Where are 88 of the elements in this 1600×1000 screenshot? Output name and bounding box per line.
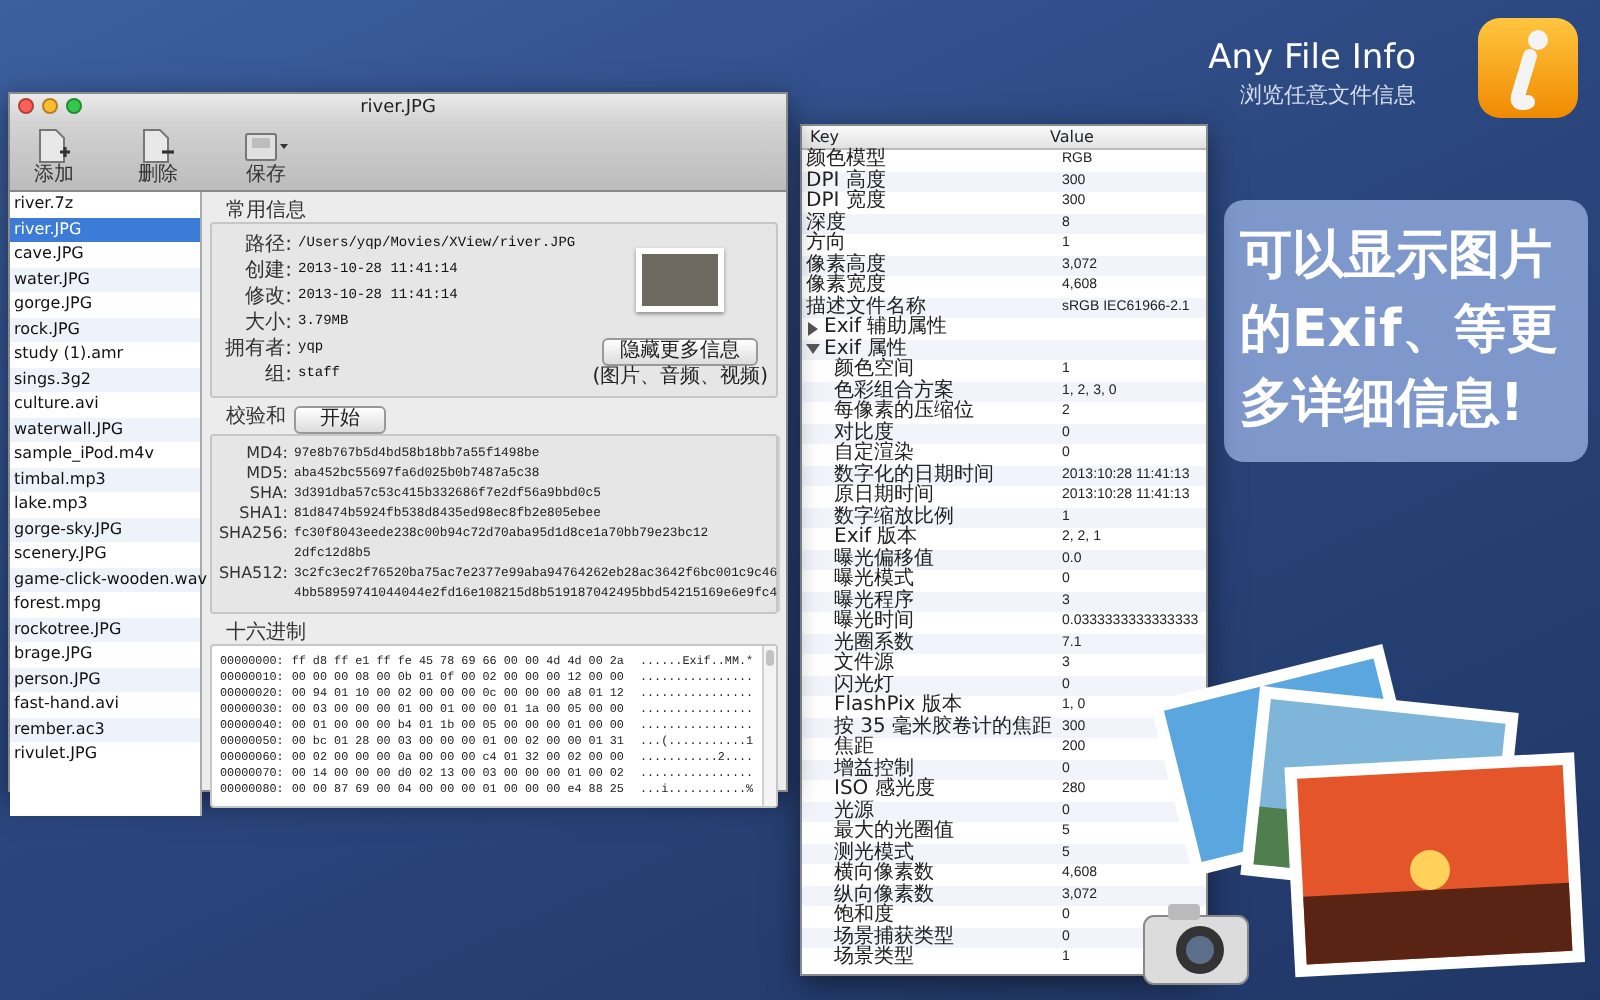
file-list-item[interactable]: river.JPG: [10, 217, 200, 242]
exif-key: 闪光灯: [834, 675, 894, 696]
app-tagline: 浏览任意文件信息: [1238, 80, 1416, 112]
file-list-item[interactable]: river.7z: [10, 192, 200, 217]
exif-key: 增益控制: [834, 759, 914, 780]
exif-key: 深度: [806, 213, 846, 234]
exif-key: ISO 感光度: [834, 780, 935, 801]
exif-key: 对比度: [834, 423, 894, 444]
exif-key: 数字缩放比例: [834, 507, 954, 528]
exif-key: 曝光偏移值: [834, 549, 934, 570]
exif-key: 横向像素数: [834, 864, 934, 885]
toolbar-button[interactable]: 保存: [234, 128, 298, 186]
exif-key: 曝光时间: [834, 612, 914, 633]
toolbar-button[interactable]: 删除: [130, 128, 186, 186]
field-label: 修改:: [243, 284, 292, 310]
file-list-item[interactable]: sings.3g2: [10, 367, 200, 392]
exif-key: 场景捕获类型: [834, 927, 954, 948]
file-list-item[interactable]: rockotree.JPG: [10, 617, 200, 642]
file-list-item[interactable]: fast-hand.avi: [10, 692, 200, 717]
callout-text: 可以显示图片 的Exif、等更 多详细信息!: [1240, 224, 1560, 438]
hash-label: MD4:: [244, 444, 288, 464]
file-list-item[interactable]: timbal.mp3: [10, 467, 200, 492]
exif-key: 原日期时间: [834, 486, 934, 507]
exif-key: 光源: [834, 801, 874, 822]
exif-key: 色彩组合方案: [834, 381, 954, 402]
file-list-item[interactable]: study (1).amr: [10, 342, 200, 367]
exif-key: 文件源: [834, 654, 894, 675]
exif-key: 数字化的日期时间: [834, 465, 994, 486]
file-list-item[interactable]: lake.mp3: [10, 492, 200, 517]
file-list-item[interactable]: rock.JPG: [10, 317, 200, 342]
exif-key: Exif 辅助属性: [824, 318, 948, 339]
exif-key: 每像素的压缩位: [834, 402, 974, 423]
exif-key: 颜色空间: [834, 360, 914, 381]
exif-key: 测光模式: [834, 843, 914, 864]
file-list-item[interactable]: sample_iPod.m4v: [10, 442, 200, 467]
file-list-item[interactable]: forest.mpg: [10, 592, 200, 617]
exif-key: 方向: [806, 234, 846, 255]
hash-label: MD5:: [244, 464, 288, 484]
exif-key: 焦距: [834, 738, 874, 759]
column-header: Value: [1050, 126, 1094, 148]
hash-label: SHA512:: [216, 564, 288, 586]
exif-key: 场景类型: [834, 948, 914, 969]
exif-key: 曝光程序: [834, 591, 914, 612]
exif-key: DPI 宽度: [806, 192, 886, 213]
file-list-item[interactable]: cave.JPG: [10, 242, 200, 267]
file-list-item[interactable]: brage.JPG: [10, 642, 200, 667]
exif-key: FlashPix 版本: [834, 696, 962, 717]
file-list-item[interactable]: gorge-sky.JPG: [10, 517, 200, 542]
file-list-item[interactable]: water.JPG: [10, 267, 200, 292]
section-title: 常用信息: [224, 200, 306, 222]
column-header: Key: [808, 126, 842, 147]
section-title: 十六进制: [224, 622, 306, 644]
exif-key: 像素宽度: [806, 276, 886, 297]
hash-label: SHA256:: [216, 524, 288, 546]
field-label: 组:: [263, 362, 292, 388]
exif-key: 饱和度: [834, 906, 894, 927]
file-list-item[interactable]: culture.avi: [10, 392, 200, 417]
exif-key: DPI 高度: [806, 171, 886, 192]
exif-key: 纵向像素数: [834, 885, 934, 906]
file-list-item[interactable]: rember.ac3: [10, 717, 200, 742]
exif-key: 像素高度: [806, 255, 886, 276]
field-label: 大小:: [243, 310, 292, 336]
hash-label: SHA1:: [237, 504, 288, 524]
app-name: Any File Info: [1208, 36, 1416, 80]
hide-more-info-button[interactable]: 隐藏更多信息: [602, 338, 759, 366]
exif-key: 描述文件名称: [806, 297, 926, 318]
exif-key: 曝光模式: [834, 570, 914, 591]
file-list-item[interactable]: person.JPG: [10, 667, 200, 692]
exif-key: 最大的光圈值: [834, 822, 954, 843]
exif-key: 光圈系数: [834, 633, 914, 654]
exif-key: Exif 属性: [824, 339, 908, 360]
toolbar-button[interactable]: 添加: [26, 128, 82, 186]
field-label: 创建:: [243, 258, 292, 284]
hash-label: SHA:: [247, 484, 288, 504]
exif-key: 自定渲染: [834, 444, 914, 465]
file-list-item[interactable]: rivulet.JPG: [10, 742, 200, 767]
window-title: river.JPG: [360, 96, 436, 122]
section-title: 校验和: [226, 406, 286, 428]
button-note: (图片、音频、视频): [592, 366, 768, 388]
file-list-item[interactable]: scenery.JPG: [10, 542, 200, 567]
file-list-item[interactable]: gorge.JPG: [10, 292, 200, 317]
field-label: 路径:: [243, 232, 292, 258]
exif-key: 颜色模型: [806, 150, 886, 171]
file-list-item[interactable]: waterwall.JPG: [10, 417, 200, 442]
exif-key: Exif 版本: [834, 528, 918, 549]
start-button[interactable]: 开始: [294, 406, 386, 434]
field-label: 拥有者:: [223, 336, 292, 362]
exif-key: 按 35 毫米胶卷计的焦距: [834, 717, 1053, 738]
